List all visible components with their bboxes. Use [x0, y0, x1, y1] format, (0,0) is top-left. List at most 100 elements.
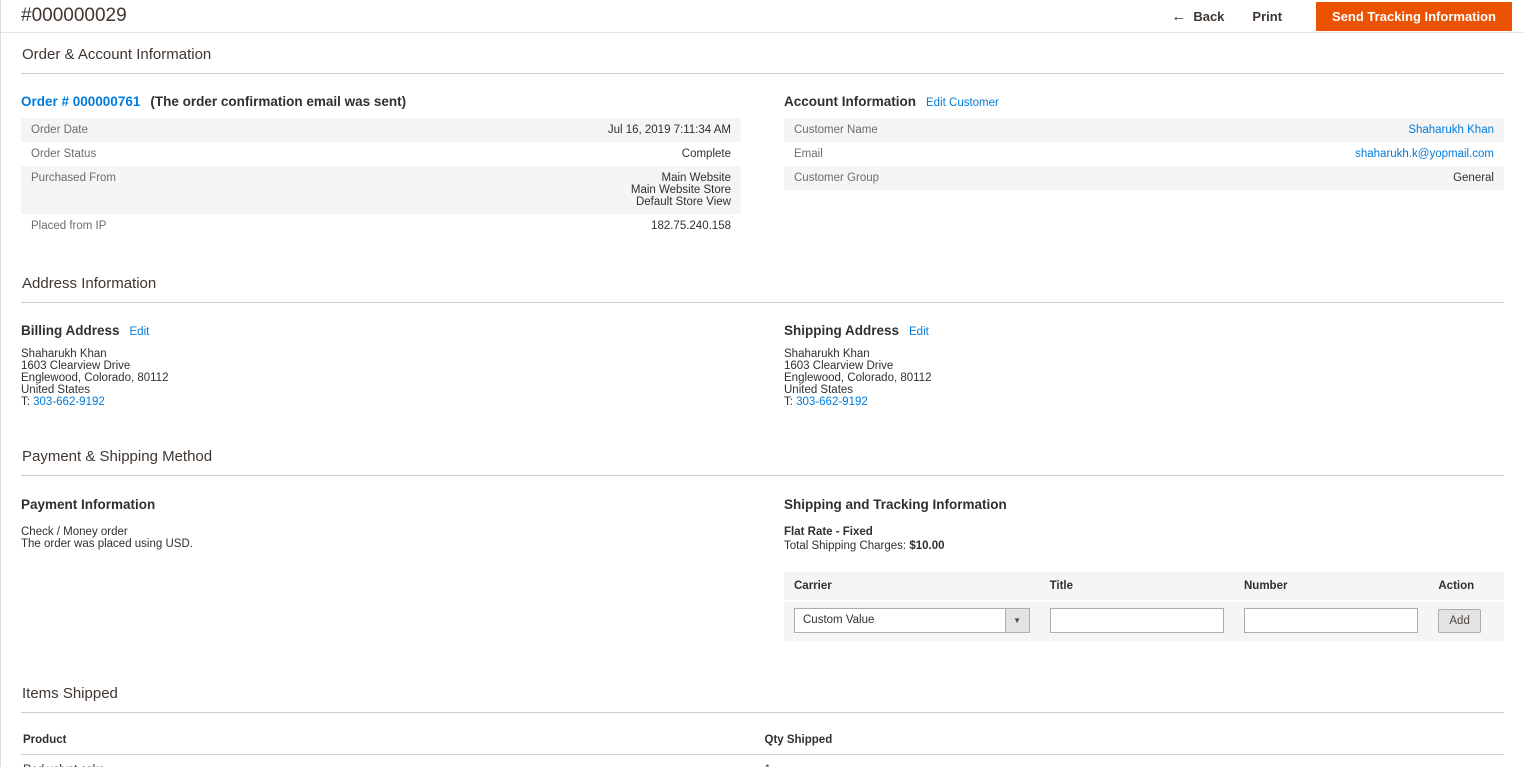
billing-address-country: United States — [21, 384, 91, 396]
carrier-selected-value: Custom Value — [803, 614, 875, 626]
number-cell — [1234, 601, 1428, 641]
table-row: Placed from IP 182.75.240.158 — [21, 214, 741, 238]
billing-address-street: 1603 Clearview Drive — [21, 360, 131, 372]
payment-shipping-section-title: Payment & Shipping Method — [21, 448, 1504, 476]
purchased-from-label: Purchased From — [31, 172, 117, 184]
tracking-title-input[interactable] — [1049, 608, 1224, 633]
page-title: #000000029 — [21, 5, 127, 26]
items-table-header-row: Product Qty Shipped — [21, 727, 1504, 755]
carrier-column-header: Carrier — [784, 572, 1040, 602]
charges-value: $10.00 — [909, 540, 945, 552]
customer-group-label: Customer Group — [794, 172, 880, 184]
table-row: Order Date Jul 16, 2019 7:11:34 AM — [21, 118, 741, 142]
back-button-label: Back — [1193, 8, 1225, 24]
payment-information-title: Payment Information — [21, 497, 156, 512]
customer-email-value: shaharukh.k@yopmail.com — [1072, 142, 1504, 166]
print-button[interactable]: Print — [1252, 9, 1282, 24]
title-cell — [1040, 601, 1234, 641]
tracking-table: Carrier Title Number Action Custom Value… — [784, 572, 1504, 641]
billing-address-panel: Billing Address Edit Shaharukh Khan 1603… — [21, 323, 741, 408]
billing-address-lines: Shaharukh Khan 1603 Clearview Drive Engl… — [21, 348, 741, 408]
order-number-link[interactable]: Order # 000000761 — [21, 94, 140, 109]
tracking-number-input[interactable] — [1243, 608, 1419, 633]
send-tracking-information-button[interactable]: Send Tracking Information — [1316, 1, 1512, 31]
shipping-address-title: Shipping Address — [784, 323, 900, 338]
items-shipped-section-title: Items Shipped — [21, 685, 1504, 713]
number-column-header: Number — [1233, 572, 1429, 602]
shipping-tracking-title: Shipping and Tracking Information — [784, 497, 1007, 512]
payment-method: Check / Money order — [21, 526, 128, 538]
shipping-address-city: Englewood, Colorado, 80112 — [784, 372, 932, 384]
customer-email-label: Email — [794, 148, 823, 160]
purchased-from-line3: Default Store View — [635, 196, 731, 208]
shipping-address-panel: Shipping Address Edit Shaharukh Khan 160… — [784, 323, 1504, 408]
address-columns: Billing Address Edit Shaharukh Khan 1603… — [21, 323, 1504, 408]
shipping-tracking-panel: Shipping and Tracking Information Flat R… — [784, 496, 1504, 641]
account-info-table: Customer Name Shaharukh Khan Email shaha… — [784, 118, 1504, 190]
tracking-input-row: Custom Value ▼ Add — [784, 601, 1504, 641]
back-button[interactable]: ← Back — [1171, 8, 1224, 25]
payment-information-panel: Payment Information Check / Money order … — [21, 496, 741, 641]
page-header: #000000029 ← Back Print Send Tracking In… — [1, 0, 1524, 33]
shipping-address-phone-line: T: 303-662-9192 — [784, 396, 1504, 408]
billing-address-edit-link[interactable]: Edit — [130, 326, 150, 338]
account-heading-row: Account Information Edit Customer — [784, 94, 1504, 109]
billing-phone-link[interactable]: 303-662-9192 — [33, 396, 105, 408]
placed-from-ip-label: Placed from IP — [31, 220, 107, 232]
payment-details: Check / Money order The order was placed… — [21, 526, 741, 550]
payment-currency-note: The order was placed using USD. — [21, 538, 193, 550]
order-date-label: Order Date — [31, 124, 88, 136]
product-cell: Red velvet cake SKU: MAG018 — [21, 754, 763, 767]
shipping-address-heading-row: Shipping Address Edit — [784, 323, 1504, 338]
total-shipping-charges-line: Total Shipping Charges: $10.00 — [784, 540, 1504, 552]
billing-address-name: Shaharukh Khan — [21, 348, 107, 360]
order-status-value: Complete — [681, 148, 731, 160]
edit-customer-link[interactable]: Edit Customer — [926, 97, 999, 109]
order-info-table: Order Date Jul 16, 2019 7:11:34 AM Order… — [21, 118, 741, 238]
order-date-value: Jul 16, 2019 7:11:34 AM — [607, 124, 731, 136]
action-cell: Add — [1428, 601, 1504, 641]
shipping-rate-name: Flat Rate - Fixed — [784, 526, 873, 538]
customer-group-value: General — [1453, 172, 1494, 184]
shipping-address-lines: Shaharukh Khan 1603 Clearview Drive Engl… — [784, 348, 1504, 408]
qty-cell: 1 — [762, 754, 1504, 767]
print-button-label: Print — [1252, 8, 1283, 24]
order-account-section-title: Order & Account Information — [21, 46, 1504, 74]
payment-shipping-columns: Payment Information Check / Money order … — [21, 496, 1504, 641]
action-column-header: Action — [1428, 572, 1504, 602]
customer-name-link[interactable]: Shaharukh Khan — [1408, 124, 1494, 136]
placed-from-ip-value: 182.75.240.158 — [651, 220, 731, 232]
product-column-header: Product — [21, 727, 763, 755]
shipping-phone-link[interactable]: 303-662-9192 — [796, 396, 868, 408]
billing-address-heading-row: Billing Address Edit — [21, 323, 741, 338]
shipping-address-street: 1603 Clearview Drive — [784, 360, 894, 372]
shipping-address-name: Shaharukh Khan — [784, 348, 870, 360]
table-row: Customer Group General — [784, 166, 1504, 190]
items-shipped-table: Product Qty Shipped Red velvet cake SKU:… — [21, 727, 1504, 767]
header-actions: ← Back Print Send Tracking Information — [1171, 1, 1512, 31]
shipping-address-country: United States — [784, 384, 854, 396]
page-content: Order & Account Information Order # 0000… — [1, 46, 1524, 767]
table-row: Customer Name Shaharukh Khan — [784, 118, 1504, 142]
order-information-panel: Order # 000000761 (The order confirmatio… — [21, 94, 741, 238]
table-row: Email shaharukh.k@yopmail.com — [784, 142, 1504, 166]
tracking-table-header-row: Carrier Title Number Action — [784, 572, 1504, 602]
order-status-label: Order Status — [31, 148, 97, 160]
carrier-select[interactable]: Custom Value ▼ — [794, 608, 1030, 633]
shipping-phone-prefix: T: — [784, 396, 797, 408]
back-arrow-icon: ← — [1171, 7, 1187, 25]
billing-address-phone-line: T: 303-662-9192 — [21, 396, 741, 408]
billing-address-city: Englewood, Colorado, 80112 — [21, 372, 169, 384]
purchased-from-value: Main Website Main Website Store Default … — [309, 166, 741, 214]
charges-label: Total Shipping Charges: — [784, 540, 910, 552]
order-account-columns: Order # 000000761 (The order confirmatio… — [21, 94, 1504, 238]
purchased-from-line2: Main Website Store — [630, 184, 731, 196]
table-row: Red velvet cake SKU: MAG018 1 — [21, 754, 1504, 767]
carrier-cell: Custom Value ▼ — [784, 601, 1040, 641]
shipping-address-edit-link[interactable]: Edit — [909, 326, 929, 338]
add-tracking-button[interactable]: Add — [1438, 608, 1481, 633]
customer-email-link[interactable]: shaharukh.k@yopmail.com — [1355, 148, 1494, 160]
customer-name-label: Customer Name — [794, 124, 878, 136]
customer-name-value: Shaharukh Khan — [1072, 118, 1504, 142]
address-section-title: Address Information — [21, 275, 1504, 303]
